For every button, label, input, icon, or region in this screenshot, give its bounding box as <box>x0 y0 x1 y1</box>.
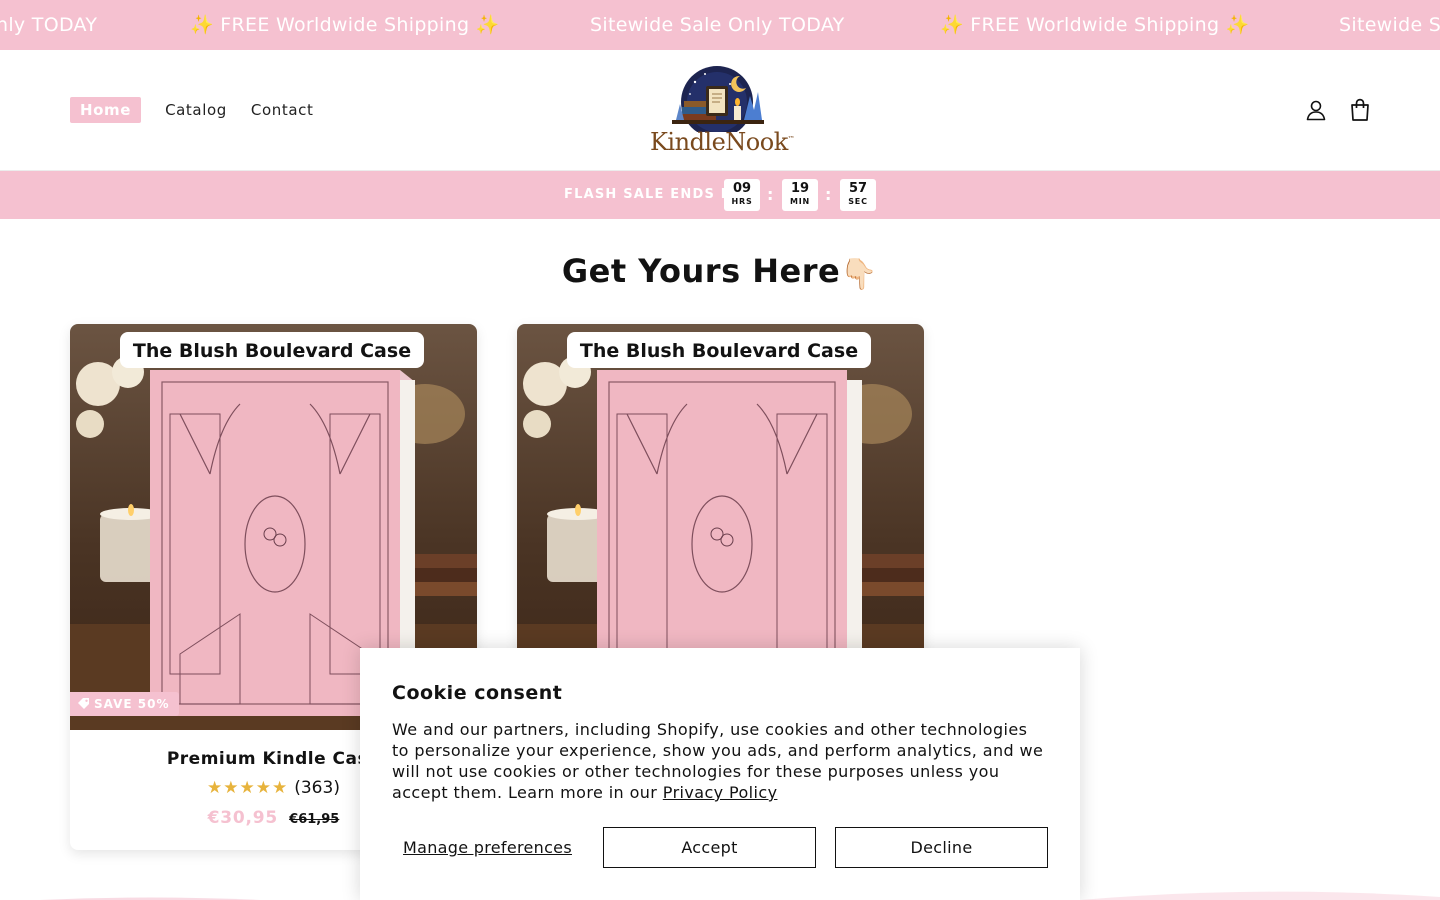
save-badge-text: SAVE 50% <box>94 697 170 711</box>
compare-at-price: €61,95 <box>289 812 340 827</box>
nav-contact-link[interactable]: Contact <box>251 97 314 123</box>
privacy-policy-link[interactable]: Privacy Policy <box>663 783 778 802</box>
logo-brand: KindleNook <box>650 128 788 156</box>
countdown-minutes-value: 19 <box>790 181 810 196</box>
tag-icon <box>78 698 89 709</box>
product-image-caption: The Blush Boulevard Case <box>133 340 411 362</box>
countdown-seconds-value: 57 <box>848 181 868 196</box>
countdown-seconds-unit: SEC <box>848 197 868 206</box>
cookie-consent-text: We and our partners, including Shopify, … <box>392 719 1048 803</box>
cart-icon <box>1351 98 1369 121</box>
countdown-hours-value: 09 <box>732 181 752 196</box>
pointing-down-icon: 👇🏻 <box>840 257 879 292</box>
announcement-text: ✨ FREE Worldwide Shipping ✨ <box>190 14 500 36</box>
account-button[interactable] <box>1302 96 1330 124</box>
cookie-consent-dialog: Cookie consent We and our partners, incl… <box>360 648 1080 900</box>
save-badge: SAVE 50% <box>70 692 179 716</box>
countdown-seconds: 57 SEC <box>840 179 876 211</box>
announcement-text: ✨ FREE Worldwide Shipping ✨ <box>940 14 1250 36</box>
countdown-separator: : <box>825 185 832 204</box>
cart-button[interactable] <box>1346 96 1374 124</box>
site-logo[interactable]: KindleNook™ <box>650 62 795 158</box>
manage-preferences-button[interactable]: Manage preferences <box>392 827 583 868</box>
countdown-minutes-unit: MIN <box>789 197 811 206</box>
announcement-text: nly TODAY <box>0 14 98 36</box>
accept-button[interactable]: Accept <box>603 827 816 868</box>
flash-sale-label: FLASH SALE ENDS IN <box>564 187 739 202</box>
flash-sale-bar: FLASH SALE ENDS IN 09 HRS : 19 MIN : 57 … <box>0 171 1440 219</box>
account-icon <box>1306 100 1326 121</box>
logo-wordmark: KindleNook™ <box>650 128 795 156</box>
cookie-consent-title: Cookie consent <box>392 682 563 704</box>
product-image-caption: The Blush Boulevard Case <box>580 340 858 362</box>
logo-trademark: ™ <box>787 135 795 143</box>
announcement-bar: nly TODAY ✨ FREE Worldwide Shipping ✨ Si… <box>0 0 1440 50</box>
section-title-text: Get Yours Here <box>561 252 841 290</box>
countdown-hours: 09 HRS <box>724 179 760 211</box>
announcement-text: Sitewide S <box>1339 14 1440 36</box>
review-count: (363) <box>294 778 340 798</box>
main-nav: Home Catalog Contact <box>70 97 313 123</box>
countdown-minutes: 19 MIN <box>782 179 818 211</box>
nav-catalog-link[interactable]: Catalog <box>165 97 227 123</box>
rating-stars-icon: ★★★★★ <box>207 778 289 798</box>
site-header: Home Catalog Contact KindleNook™ <box>0 50 1440 171</box>
decline-button[interactable]: Decline <box>835 827 1048 868</box>
nav-home-link[interactable]: Home <box>70 97 142 123</box>
announcement-text: Sitewide Sale Only TODAY <box>590 14 845 36</box>
countdown-hours-unit: HRS <box>731 197 753 206</box>
section-title: Get Yours Here👇🏻 <box>0 252 1440 292</box>
logo-illustration-icon <box>672 66 764 138</box>
sale-price: €30,95 <box>207 808 279 828</box>
countdown-separator: : <box>767 185 774 204</box>
